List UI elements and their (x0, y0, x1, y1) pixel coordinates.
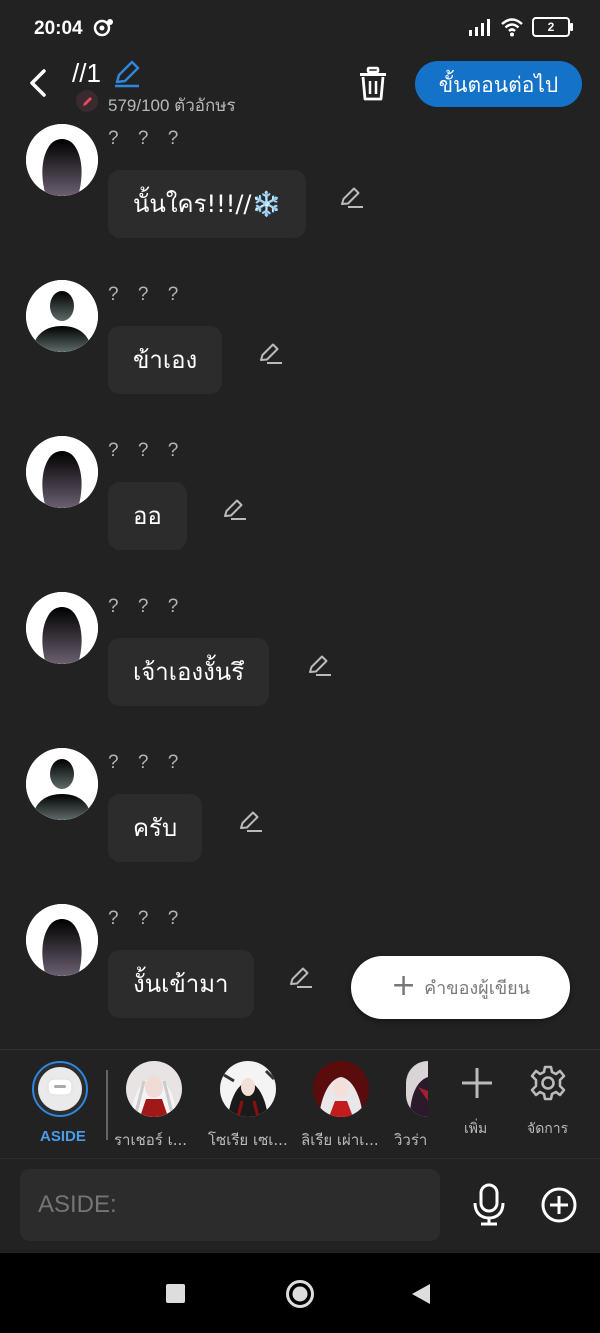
edit-title-icon[interactable] (112, 58, 142, 88)
chat-message: ? ? ? นั้นใคร!!!//❄️ (0, 124, 600, 280)
message-bubble[interactable]: งั้นเข้ามา (108, 950, 254, 1018)
character-bar: ASIDE ราเชอร์ เ... โซเรีย เซเ... ลิเรีย … (0, 1049, 600, 1158)
message-bubble[interactable]: ข้าเอง (108, 326, 223, 394)
character-avatar[interactable] (313, 1061, 369, 1117)
chat-message: ? ? ? เจ้าเองงั้นรึ (0, 592, 600, 748)
speaker-name: ? ? ? (108, 596, 186, 617)
aside-chat-icon (38, 1067, 82, 1111)
add-character-label[interactable]: เพิ่ม (464, 1118, 487, 1140)
character-name: โซเรีย เซเ... (208, 1131, 288, 1149)
input-bar (0, 1158, 600, 1253)
edit-message-icon[interactable] (339, 184, 365, 210)
message-input[interactable] (20, 1169, 440, 1241)
message-bubble[interactable]: เจ้าเองงั้นรึ (108, 638, 270, 706)
pen-badge-icon (76, 90, 98, 112)
speaker-name: ? ? ? (108, 440, 186, 461)
author-note-label: คำของผู้เขียน (424, 978, 531, 999)
plus-icon: + (390, 968, 417, 1003)
status-right: 2 (468, 17, 573, 37)
gear-icon[interactable] (529, 1064, 567, 1102)
speaker-name: ? ? ? (108, 752, 186, 773)
back-arrow-icon[interactable] (24, 66, 54, 100)
wifi-icon (501, 18, 523, 37)
message-bubble[interactable]: ครับ (108, 794, 203, 862)
notification-icon (93, 19, 113, 37)
character-avatar[interactable] (126, 1061, 182, 1117)
edit-message-icon[interactable] (307, 652, 333, 678)
aside-selector[interactable] (32, 1061, 88, 1117)
chat-area[interactable]: ? ? ? นั้นใคร!!!//❄️ ? ? ? ข้าเอง ? ? ? … (0, 122, 600, 1048)
status-bar: 20:04 2 (0, 0, 600, 58)
author-note-button[interactable]: + คำของผู้เขียน (351, 956, 570, 1019)
system-nav-bar (0, 1253, 600, 1333)
character-name: ราเชอร์ เ... (114, 1131, 188, 1149)
signal-icon (469, 19, 490, 36)
avatar[interactable] (26, 904, 98, 976)
battery-indicator: 2 (532, 17, 573, 37)
add-media-icon[interactable] (540, 1186, 578, 1224)
message-bubble[interactable]: นั้นใคร!!!//❄️ (108, 170, 307, 238)
add-character-icon[interactable] (460, 1066, 494, 1100)
aside-label: ASIDE (40, 1128, 86, 1145)
avatar[interactable] (26, 436, 98, 508)
chat-message: ? ? ? ออ (0, 436, 600, 592)
character-name: วิวร่า (394, 1131, 428, 1149)
home-icon[interactable] (285, 1279, 315, 1309)
edit-message-icon[interactable] (288, 964, 314, 990)
edit-message-icon[interactable] (222, 496, 248, 522)
avatar[interactable] (26, 592, 98, 664)
character-avatar[interactable] (406, 1061, 428, 1117)
status-time: 20:04 (34, 18, 83, 39)
character-count: 579/100 ตัวอักษร (108, 96, 236, 115)
avatar[interactable] (26, 748, 98, 820)
character-name: ลิเรีย เผ่าเ... (301, 1131, 379, 1149)
microphone-icon[interactable] (470, 1183, 508, 1227)
editor-header: //1 579/100 ตัวอักษร ขั้นตอนต่อไป (0, 58, 600, 122)
divider (106, 1070, 108, 1140)
speaker-name: ? ? ? (108, 908, 186, 929)
episode-title: //1 (72, 58, 101, 88)
next-step-button[interactable]: ขั้นตอนต่อไป (415, 61, 582, 107)
edit-message-icon[interactable] (238, 808, 264, 834)
chat-message: ? ? ? ครับ (0, 748, 600, 904)
manage-label[interactable]: จัดการ (527, 1118, 568, 1140)
trash-icon[interactable] (356, 66, 390, 102)
speaker-name: ? ? ? (108, 284, 186, 305)
speaker-name: ? ? ? (108, 128, 186, 149)
back-triangle-icon[interactable] (410, 1282, 432, 1306)
character-avatar[interactable] (220, 1061, 276, 1117)
edit-message-icon[interactable] (258, 340, 284, 366)
avatar[interactable] (26, 280, 98, 352)
message-bubble[interactable]: ออ (108, 482, 187, 550)
recents-icon[interactable] (166, 1284, 185, 1303)
avatar[interactable] (26, 124, 98, 196)
chat-message: ? ? ? ข้าเอง (0, 280, 600, 436)
